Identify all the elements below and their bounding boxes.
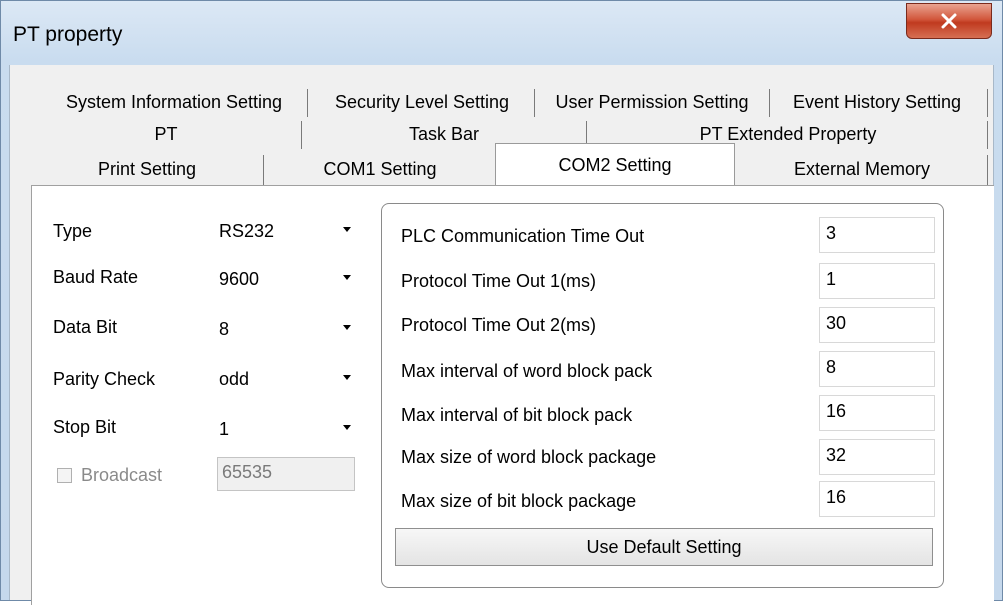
timeout-field[interactable]: 32 <box>819 439 935 475</box>
type-label: Type <box>53 221 93 241</box>
tab-com1-setting[interactable]: COM1 Setting <box>266 153 494 185</box>
timeout-label: Max size of word block package <box>401 447 657 467</box>
timeout-field[interactable]: 8 <box>819 351 935 387</box>
tab-external-memory[interactable]: External Memory <box>737 153 987 185</box>
timeout-field[interactable]: 30 <box>819 307 935 343</box>
timeout-label: Max interval of word block pack <box>401 361 653 381</box>
timeout-field[interactable]: 3 <box>819 217 935 253</box>
timeout-field[interactable]: 16 <box>819 395 935 431</box>
tab-separator <box>263 155 264 185</box>
data-bit-select[interactable]: 8 <box>215 313 357 345</box>
tab-separator <box>987 121 988 149</box>
tab-pt[interactable]: PT <box>31 119 301 149</box>
tab-print-setting[interactable]: Print Setting <box>31 153 263 185</box>
stop-bit-select[interactable]: 1 <box>215 413 357 445</box>
chevron-down-icon[interactable] <box>343 275 351 280</box>
tab-separator <box>301 121 302 149</box>
chevron-down-icon[interactable] <box>343 375 351 380</box>
type-select[interactable]: RS232 <box>215 215 357 247</box>
stop-bit-value: 1 <box>219 419 230 439</box>
data-bit-label: Data Bit <box>53 317 118 337</box>
parity-check-label: Parity Check <box>53 369 156 389</box>
tab-separator <box>307 89 308 117</box>
window-title: PT property <box>13 23 123 46</box>
close-icon <box>941 13 957 29</box>
stop-bit-label: Stop Bit <box>53 417 117 437</box>
chevron-down-icon[interactable] <box>343 227 351 232</box>
timeout-label: Protocol Time Out 1(ms) <box>401 271 597 291</box>
baud-rate-select[interactable]: 9600 <box>215 263 357 295</box>
baud-rate-value: 9600 <box>219 269 260 289</box>
timeout-label: Max size of bit block package <box>401 491 637 511</box>
data-bit-value: 8 <box>219 319 230 339</box>
tab-com2-setting[interactable]: COM2 Setting <box>495 143 735 186</box>
tab-system-information-setting[interactable]: System Information Setting <box>49 87 299 117</box>
tab-security-level-setting[interactable]: Security Level Setting <box>315 87 529 117</box>
timeout-field[interactable]: 1 <box>819 263 935 299</box>
broadcast-checkbox[interactable] <box>57 468 72 483</box>
type-value: RS232 <box>219 221 275 241</box>
timeout-label: PLC Communication Time Out <box>401 226 645 246</box>
parity-check-select[interactable]: odd <box>215 363 357 395</box>
pt-property-window: PT property System Information Setting S… <box>0 0 1003 605</box>
tab-separator <box>534 89 535 117</box>
tab-separator <box>987 155 988 185</box>
close-button[interactable] <box>906 3 992 39</box>
tab-separator <box>987 89 988 117</box>
broadcast-input[interactable]: 65535 <box>217 457 355 491</box>
use-default-setting-button[interactable]: Use Default Setting <box>395 528 933 566</box>
baud-rate-label: Baud Rate <box>53 267 139 287</box>
parity-check-value: odd <box>219 369 250 389</box>
chevron-down-icon[interactable] <box>343 425 351 430</box>
timeout-label: Max interval of bit block pack <box>401 405 633 425</box>
chevron-down-icon[interactable] <box>343 325 351 330</box>
tab-separator <box>769 89 770 117</box>
tab-event-history-setting[interactable]: Event History Setting <box>775 87 979 117</box>
tab-user-permission-setting[interactable]: User Permission Setting <box>541 87 763 117</box>
broadcast-label: Broadcast <box>81 465 163 485</box>
title-bar[interactable]: PT property <box>1 1 1002 65</box>
timeout-field[interactable]: 16 <box>819 481 935 517</box>
timeout-label: Protocol Time Out 2(ms) <box>401 315 597 335</box>
